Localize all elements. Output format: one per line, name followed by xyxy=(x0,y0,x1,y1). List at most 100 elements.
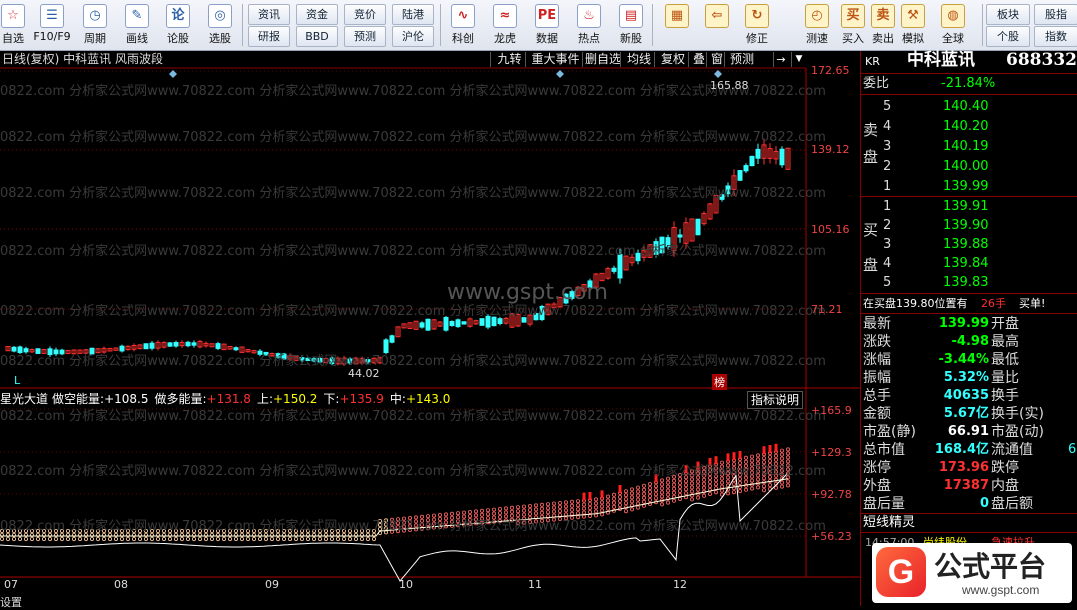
indicator-dot xyxy=(137,536,142,541)
indicator-dot xyxy=(678,496,683,501)
indicator-dot xyxy=(114,536,119,541)
indicator-dot xyxy=(690,481,695,486)
short-term-title[interactable]: 短线精灵 xyxy=(863,514,915,532)
indicator-dot xyxy=(660,502,665,507)
toolbar-label: 修正 xyxy=(746,32,768,45)
toolbar-back-arrow-button[interactable]: ⇦ xyxy=(700,2,734,48)
toolbar-nav-button[interactable]: 股指 xyxy=(1034,4,1077,25)
toolbar-grid-button[interactable]: 研报 xyxy=(248,26,290,47)
toolbar-grid-button[interactable]: 陆港 xyxy=(392,4,434,25)
indicator-dot xyxy=(582,510,587,515)
toolbar-buy-button[interactable]: 买买入 xyxy=(836,2,870,48)
toolbar-nav-button[interactable]: 指数 xyxy=(1034,26,1077,47)
candle-body xyxy=(497,318,503,324)
toolbar-correct-button[interactable]: ↻ 修正 xyxy=(740,2,774,48)
indicator-dot xyxy=(606,494,611,499)
toolbar-clock-button[interactable]: ◷ 周期 xyxy=(78,2,112,48)
candle-body xyxy=(215,343,221,349)
sell-price[interactable]: 139.99 xyxy=(943,178,989,196)
indicator-dot xyxy=(642,499,647,504)
logo-url: www.gspt.com xyxy=(962,583,1040,597)
indicator-dot xyxy=(185,536,190,541)
indicator-dot xyxy=(624,493,629,498)
toolbar-pe-data-button[interactable]: PE 数据 xyxy=(528,2,566,48)
indicator-dot xyxy=(624,501,629,506)
candle-body xyxy=(167,342,173,347)
indicator-dot xyxy=(678,480,683,485)
toolbar-grid-button[interactable]: BBD xyxy=(296,26,338,47)
watermark-text: 0822.com 分析家公式网www.70822.com 分析家公式网www.7… xyxy=(0,130,826,145)
position-text: 在买盘139.80位置有 xyxy=(863,297,968,310)
indicator-dot xyxy=(233,536,238,541)
toolbar-simulate-button[interactable]: ⚒ 模拟 xyxy=(896,2,930,48)
indicator-dot xyxy=(786,483,791,488)
toolbar-kechuang-button[interactable]: ∿ 科创 xyxy=(444,2,482,48)
toolbar-color-blocks-button[interactable]: ▦ xyxy=(660,2,694,48)
indicator-dot xyxy=(42,536,47,541)
buy-label-2: 盘 xyxy=(863,256,879,274)
toolbar-label: 论股 xyxy=(167,32,189,45)
toolbar-pencil-button[interactable]: ✎ 画线 xyxy=(117,2,157,48)
indicator-dot xyxy=(120,536,125,541)
toolbar-grid-button[interactable]: 资讯 xyxy=(248,4,290,25)
status-bar-settings[interactable]: 设置 xyxy=(0,594,22,610)
indicator-explain-button[interactable]: 指标说明 xyxy=(747,391,804,409)
toolbar-grid-button[interactable]: 预测 xyxy=(344,26,386,47)
candle-body xyxy=(749,155,755,167)
indicator-dot xyxy=(594,505,599,510)
toolbar-star-list-button[interactable]: ☆ 自选 xyxy=(0,2,26,48)
indicator-dot xyxy=(245,536,250,541)
indicator-dot xyxy=(293,536,298,541)
toolbar-select-stock-button[interactable]: ◎ 选股 xyxy=(200,2,240,48)
buy-price[interactable]: 139.83 xyxy=(943,274,989,292)
toolbar-grid-button[interactable]: 竞价 xyxy=(344,4,386,25)
toolbar-ipo-button[interactable]: ▤ 新股 xyxy=(612,2,650,48)
toolbar-speed-test-button[interactable]: ◴ 测速 xyxy=(800,2,834,48)
indicator-dot xyxy=(29,536,34,541)
logo-g-icon: G xyxy=(876,547,926,597)
sell-price[interactable]: 140.19 xyxy=(943,138,989,156)
toolbar-f10-button[interactable]: ☰ F10/F9 xyxy=(30,2,74,48)
toolbar-label: 卖出 xyxy=(872,32,894,45)
indicator-bar xyxy=(600,490,604,499)
toolbar-grid-button[interactable]: 资金 xyxy=(296,4,338,25)
toolbar-nav-button[interactable]: 板块 xyxy=(986,4,1030,25)
stat-value: 5.32% xyxy=(943,370,989,385)
indicator-dot xyxy=(702,493,707,498)
toolbar-label: 新股 xyxy=(620,32,642,45)
indicator-dot xyxy=(636,485,641,490)
indicator-dot xyxy=(48,536,53,541)
sell-price[interactable]: 140.20 xyxy=(943,118,989,136)
buy-price[interactable]: 139.90 xyxy=(943,217,989,235)
indicator-dot xyxy=(479,508,484,513)
toolbar-hot-button[interactable]: ♨ 热点 xyxy=(570,2,608,48)
main-toolbar: ☆ 自选 ☰ F10/F9 ◷ 周期 ✎ 画线论论股 ◎ 选股 资讯 资金 竞价 陆港研报 BBD 预测 沪伦… xyxy=(0,0,1077,51)
toolbar-label: 热点 xyxy=(578,32,600,45)
indicator-dot xyxy=(461,510,466,515)
indicator-header: 星光大道 做空能量:+108.5 做多能量:+131.8 上:+150.2 下:+135… xyxy=(0,391,456,407)
sell-price[interactable]: 140.40 xyxy=(943,98,989,116)
indicator-dot xyxy=(786,447,791,452)
toolbar-globe-button[interactable]: ◍ 全球 xyxy=(936,2,970,48)
indicator-value-name: 做空能量: xyxy=(52,392,105,406)
toolbar-discuss-button[interactable]: 论论股 xyxy=(161,2,195,48)
buy-price[interactable]: 139.84 xyxy=(943,255,989,273)
sell-price[interactable]: 140.00 xyxy=(943,158,989,176)
buy-price[interactable]: 139.88 xyxy=(943,236,989,254)
toolbar-separator xyxy=(652,4,653,46)
indicator-dot xyxy=(768,482,773,487)
dragon-tiger-icon: ≈ xyxy=(493,4,517,28)
indicator-dot xyxy=(540,510,545,515)
indicator-dot xyxy=(606,498,611,503)
toolbar-dragon-tiger-button[interactable]: ≈ 龙虎 xyxy=(486,2,524,48)
toolbar-sell-button[interactable]: 卖卖出 xyxy=(866,2,900,48)
indicator-dot xyxy=(666,488,671,493)
indicator-dot xyxy=(612,496,617,501)
buy-price[interactable]: 139.91 xyxy=(943,198,989,216)
indicator-dot xyxy=(299,536,304,541)
toolbar-grid-button[interactable]: 沪伦 xyxy=(392,26,434,47)
indicator-dot xyxy=(275,536,280,541)
stat-value: -4.98 xyxy=(951,334,989,349)
toolbar-nav-button[interactable]: 个股 xyxy=(986,26,1030,47)
bang-badge[interactable]: 榜 xyxy=(712,374,727,390)
